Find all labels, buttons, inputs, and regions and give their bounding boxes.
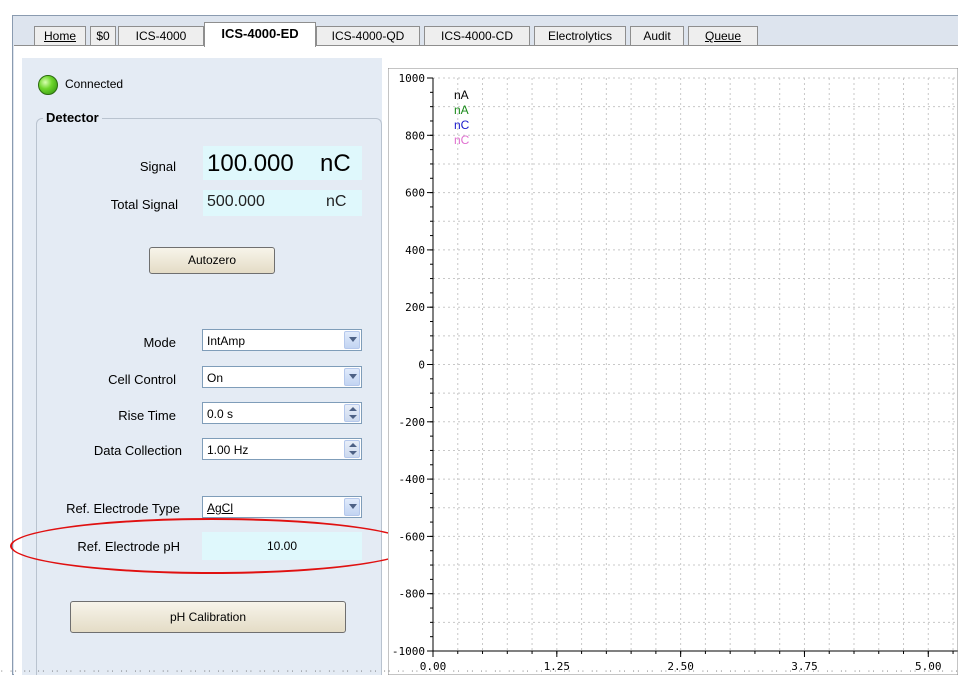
tab-queue[interactable]: Queue: [688, 26, 758, 46]
tab-label: ICS-4000-QD: [331, 29, 405, 43]
tab-label: Electrolytics: [547, 29, 612, 43]
tab-label: ICS-4000-ED: [221, 26, 299, 41]
legend-entry: nA: [454, 103, 469, 117]
y-tick-label: -800: [399, 588, 426, 601]
chevron-down-icon[interactable]: [344, 498, 360, 516]
tab-strip: Home $0 ICS-4000 ICS-4000-ED ICS-4000-QD…: [14, 22, 958, 47]
ref-electrode-type-value: AgCl: [207, 501, 234, 515]
total-signal-label: Total Signal: [110, 197, 178, 212]
tab-label: Queue: [704, 29, 742, 43]
y-tick-label: -600: [399, 530, 426, 543]
cell-control-select[interactable]: On: [202, 366, 362, 388]
tab-ics-4000-qd[interactable]: ICS-4000-QD: [316, 26, 420, 46]
ph-calibration-button[interactable]: pH Calibration: [70, 601, 346, 633]
legend-entry: nC: [454, 133, 470, 147]
tab-zero[interactable]: $0: [90, 26, 116, 46]
y-tick-label: 1000: [399, 72, 426, 85]
y-tick-label: 200: [405, 301, 425, 314]
tab-label: ICS-4000: [135, 29, 187, 43]
total-signal-value: 500.000: [207, 193, 265, 210]
chevron-down-icon[interactable]: [344, 368, 360, 386]
tab-electrolytics[interactable]: Electrolytics: [534, 26, 626, 46]
tab-label: $0: [96, 29, 110, 43]
connection-status-label: Connected: [65, 77, 124, 91]
signal-value: 100.000: [207, 150, 294, 177]
tab-ics-4000-cd[interactable]: ICS-4000-CD: [424, 26, 530, 46]
mode-label: Mode: [143, 335, 176, 350]
mode-select[interactable]: IntAmp: [202, 329, 362, 351]
spinner-arrows-icon[interactable]: [344, 440, 360, 458]
signal-label: Signal: [139, 159, 176, 174]
signal-chart[interactable]: 10008006004002000-200-400-600-800-1000 0…: [388, 68, 958, 675]
legend-entry: nC: [454, 118, 470, 132]
cell-control-select-value: On: [207, 371, 224, 385]
rise-time-value: 0.0 s: [207, 407, 234, 421]
data-collection-stepper[interactable]: 1.00 Hz: [202, 438, 362, 460]
ref-electrode-type-select[interactable]: AgCl: [202, 496, 362, 518]
tab-label: Home: [43, 29, 76, 43]
tab-home[interactable]: Home: [34, 26, 86, 46]
rise-time-label: Rise Time: [118, 408, 176, 423]
data-collection-value: 1.00 Hz: [207, 443, 249, 457]
ph-calibration-button-label: pH Calibration: [169, 610, 247, 624]
tab-ics-4000[interactable]: ICS-4000: [118, 26, 204, 46]
rise-time-stepper[interactable]: 0.0 s: [202, 402, 362, 424]
ref-electrode-type-label: Ref. Electrode Type: [66, 501, 180, 516]
connected-status-icon: [38, 75, 58, 95]
autozero-button[interactable]: Autozero: [149, 247, 275, 274]
status-bar-fragment: · ·· ·· ·· ·· ·· ·· ·· ·· ·· ·· ·· ·· ··…: [0, 668, 958, 675]
mode-select-value: IntAmp: [207, 334, 246, 348]
highlight-ellipse: [10, 518, 414, 574]
chevron-down-icon[interactable]: [344, 331, 360, 349]
y-tick-label: -400: [399, 473, 426, 486]
cell-control-label: Cell Control: [108, 372, 176, 387]
autozero-button-label: Autozero: [187, 253, 237, 267]
chart-legend: nAnAnCnC: [454, 88, 470, 147]
spinner-arrows-icon[interactable]: [344, 404, 360, 422]
y-tick-label: -200: [399, 416, 426, 429]
tab-label: ICS-4000-CD: [440, 29, 514, 43]
legend-entry: nA: [454, 88, 469, 102]
tab-ics-4000-ed[interactable]: ICS-4000-ED: [204, 22, 316, 47]
tab-label: Audit: [643, 29, 671, 43]
y-tick-label: 0: [418, 359, 425, 372]
y-tick-label: -1000: [392, 645, 425, 658]
tab-audit[interactable]: Audit: [630, 26, 684, 46]
y-tick-label: 800: [405, 129, 425, 142]
y-tick-label: 400: [405, 244, 425, 257]
data-collection-label: Data Collection: [93, 443, 182, 458]
signal-unit: nC: [320, 150, 351, 177]
total-signal-unit: nC: [326, 193, 347, 210]
y-tick-label: 600: [405, 187, 425, 200]
detector-group-title: Detector: [43, 110, 102, 125]
